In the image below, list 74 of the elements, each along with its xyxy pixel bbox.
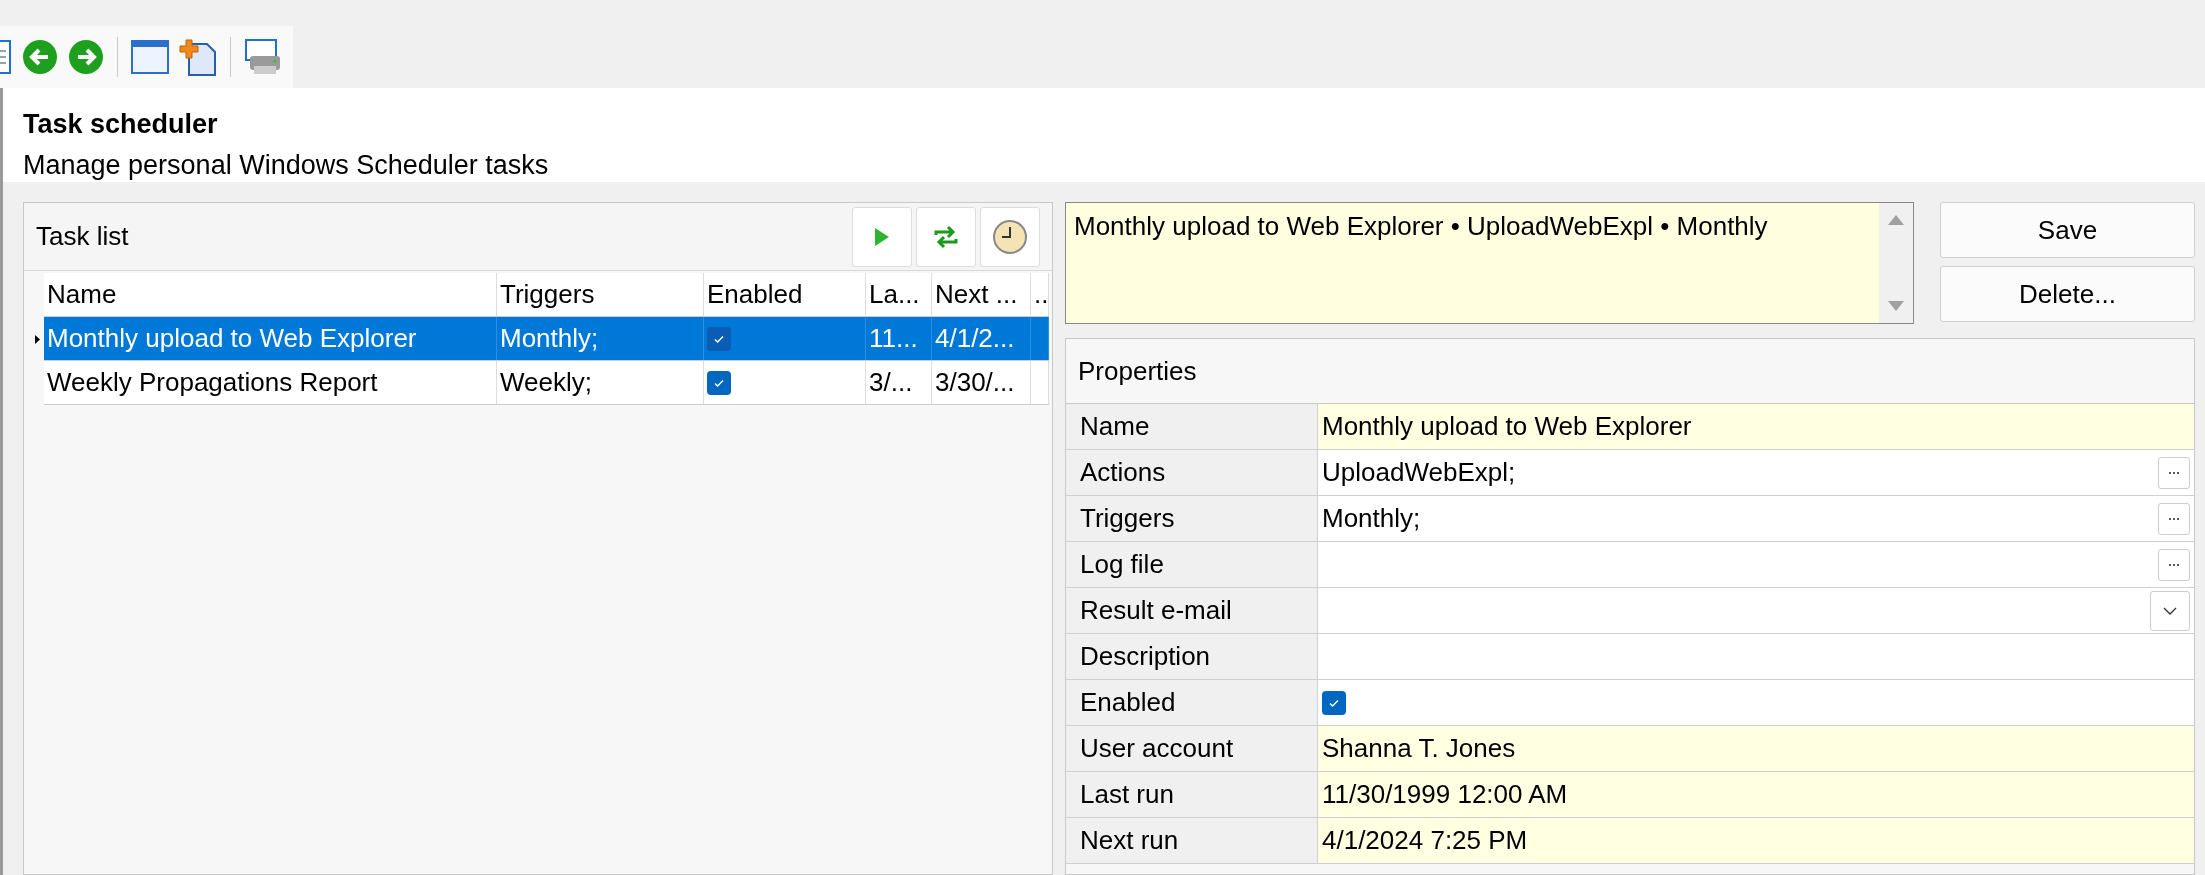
- run-button[interactable]: [852, 206, 912, 267]
- action-button[interactable]: Save: [1940, 202, 2195, 258]
- property-label: Result e-mail: [1080, 594, 1232, 627]
- property-value-field[interactable]: UploadWebExpl;: [1318, 450, 2194, 495]
- browse-button[interactable]: [2158, 548, 2190, 581]
- property-value-field[interactable]: [1318, 542, 2194, 587]
- column-header[interactable]: Triggers: [500, 275, 595, 314]
- scrollbar[interactable]: [1879, 203, 1913, 323]
- property-value-field[interactable]: 11/30/1999 12:00 AM: [1318, 772, 2194, 817]
- property-value-field[interactable]: Monthly upload to Web Explorer: [1318, 404, 2194, 449]
- window-icon[interactable]: [131, 40, 169, 74]
- column-header[interactable]: Next ...: [935, 275, 1018, 314]
- page-title: Task scheduler: [23, 108, 219, 141]
- panel-title: Task list: [36, 220, 129, 253]
- column-header[interactable]: Name: [47, 275, 117, 314]
- property-value-field[interactable]: Shanna T. Jones: [1318, 726, 2194, 771]
- property-value-field[interactable]: 4/1/2024 7:25 PM: [1318, 818, 2194, 863]
- play-icon: [874, 226, 890, 247]
- property-value-field[interactable]: [1318, 680, 2194, 725]
- property-label: Triggers: [1080, 502, 1175, 535]
- property-label: User account: [1080, 732, 1234, 765]
- column-header[interactable]: Enabled: [707, 275, 803, 314]
- list-icon[interactable]: [0, 39, 12, 75]
- property-value: UploadWebExpl;: [1322, 456, 1516, 489]
- task-row[interactable]: Weekly Propagations Report Weekly; 3/... 3/30/...: [44, 361, 1049, 405]
- property-label: Next run: [1080, 824, 1179, 857]
- property-value: Monthly upload to Web Explorer: [1322, 410, 1692, 443]
- property-label: Actions: [1080, 456, 1166, 489]
- summary-box[interactable]: Monthly upload to Web Explorer • UploadWebExpl • Monthly: [1065, 202, 1914, 324]
- table-cell-text: 3/30/...: [935, 366, 1015, 399]
- property-label: Description: [1080, 640, 1211, 673]
- property-value-field[interactable]: Monthly;: [1318, 496, 2194, 541]
- table-cell-text: 3/...: [869, 366, 913, 399]
- property-value-field[interactable]: [1318, 588, 2194, 633]
- browse-button[interactable]: [2158, 502, 2190, 535]
- table-cell-text: Weekly Propagations Report: [47, 366, 378, 399]
- dropdown-button[interactable]: [2150, 590, 2190, 631]
- printer-icon[interactable]: [244, 38, 282, 76]
- ellipsis-icon: [2169, 563, 2179, 566]
- table-cell-text: 11...: [869, 322, 918, 355]
- column-header[interactable]: ..: [1034, 275, 1049, 314]
- task-row[interactable]: Monthly upload to Web Explorer Monthly; 11... 4/1/2...: [44, 317, 1049, 361]
- ellipsis-icon: [2169, 517, 2179, 520]
- scroll-up-icon[interactable]: [1888, 215, 1904, 225]
- property-label: Enabled: [1080, 686, 1176, 719]
- scroll-down-icon[interactable]: [1888, 301, 1904, 311]
- panel-title: Properties: [1078, 354, 1197, 388]
- table-cell-text: Monthly;: [500, 322, 599, 355]
- column-header[interactable]: La...: [869, 275, 920, 314]
- checkbox[interactable]: [1322, 690, 1346, 715]
- property-value: 11/30/1999 12:00 AM: [1322, 778, 1568, 811]
- ellipsis-icon: [2169, 471, 2179, 474]
- property-value-field[interactable]: [1318, 634, 2194, 679]
- property-value: 4/1/2024 7:25 PM: [1322, 824, 1528, 857]
- page-subtitle: Manage personal Windows Scheduler tasks: [23, 148, 550, 182]
- action-button[interactable]: Delete...: [1940, 266, 2195, 322]
- checkbox[interactable]: [707, 326, 731, 351]
- property-label: Name: [1080, 410, 1150, 443]
- chevron-down-icon: [2163, 606, 2177, 615]
- clock-icon: [992, 218, 1028, 255]
- property-value: Shanna T. Jones: [1322, 732, 1516, 765]
- table-cell-text: Weekly;: [500, 366, 592, 399]
- property-value: Monthly;: [1322, 502, 1421, 535]
- refresh-button[interactable]: [916, 206, 976, 267]
- checkbox[interactable]: [707, 370, 731, 395]
- table-cell-text: 4/1/2...: [935, 322, 1015, 355]
- table-cell-text: Monthly upload to Web Explorer: [47, 322, 417, 355]
- property-label: Last run: [1080, 778, 1174, 811]
- new-document-icon[interactable]: [179, 38, 217, 76]
- browse-button[interactable]: [2158, 456, 2190, 489]
- schedule-button[interactable]: [980, 206, 1040, 267]
- property-label: Log file: [1080, 548, 1164, 581]
- refresh-icon: [933, 224, 959, 249]
- summary-text: Monthly upload to Web Explorer • UploadWebExpl • Monthly: [1073, 210, 1769, 243]
